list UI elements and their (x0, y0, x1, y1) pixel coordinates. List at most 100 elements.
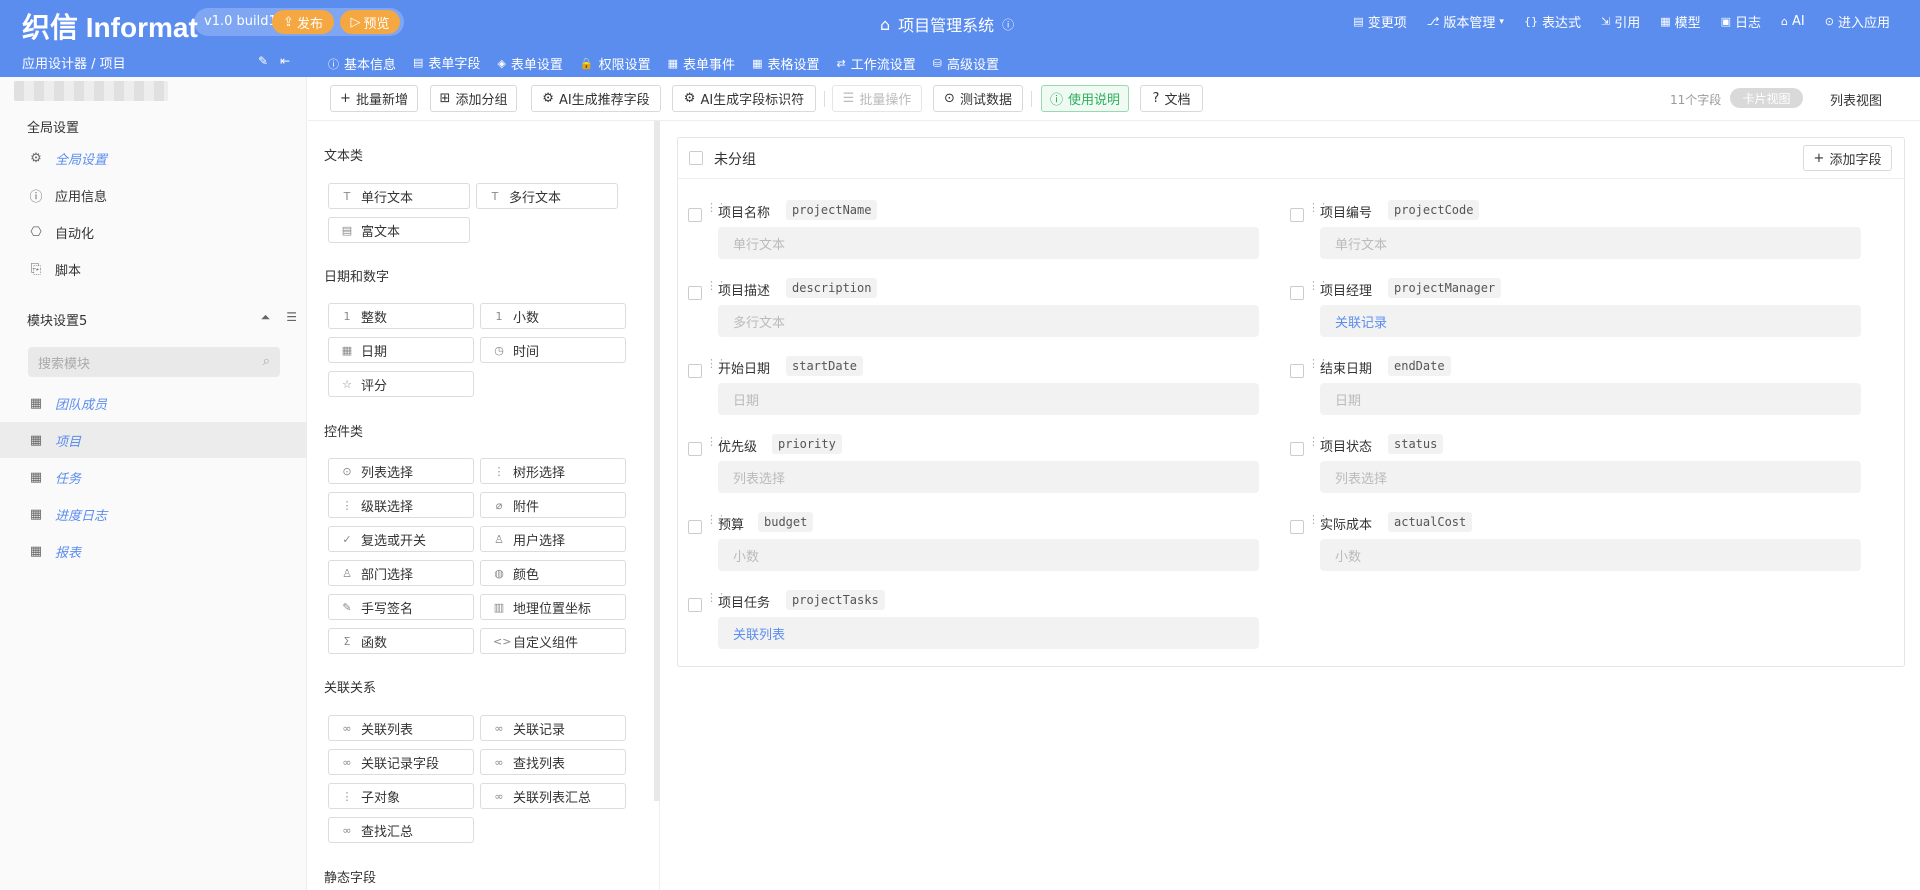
model-menu[interactable]: ▦ 模型 (1660, 12, 1700, 31)
preview-button[interactable]: ▷ 预览 (340, 10, 400, 34)
palette-related-record-field[interactable]: ∞ 关联记录字段 (328, 749, 474, 775)
home-icon[interactable]: ⌂ (880, 15, 890, 34)
field-card[interactable]: ⋮⋮ 开始日期 startDate 日期 (676, 354, 1259, 424)
palette-lookup-summary[interactable]: ∞ 查找汇总 (328, 817, 474, 843)
palette-single-line-text[interactable]: T 单行文本 (328, 183, 470, 209)
batch-add-button[interactable]: + 批量新增 (330, 85, 418, 112)
field-checkbox[interactable] (688, 520, 702, 534)
batch-operation-button[interactable]: ☰ 批量操作 (832, 85, 922, 112)
sidebar-item-automation[interactable]: ⎔ 自动化 (0, 214, 307, 250)
field-label: 项目描述 (718, 284, 771, 299)
module-item-team-members[interactable]: ▦ 团队成员 (0, 385, 307, 421)
field-checkbox[interactable] (688, 208, 702, 222)
palette-checkbox-switch[interactable]: ✓ 复选或开关 (328, 526, 474, 552)
palette-multi-line-text[interactable]: T 多行文本 (476, 183, 618, 209)
palette-department-select[interactable]: ♙ 部门选择 (328, 560, 474, 586)
list-view-toggle[interactable]: 列表视图 (1830, 90, 1882, 109)
field-preview-link[interactable]: 关联列表 (718, 617, 1259, 649)
field-preview-link[interactable]: 关联记录 (1320, 305, 1861, 337)
palette-user-select[interactable]: ♙ 用户选择 (480, 526, 626, 552)
field-card[interactable]: ⋮⋮ 项目名称 projectName 单行文本 (676, 198, 1259, 268)
ai-field-identifier-button[interactable]: ⚙ AI生成字段标识符 (672, 85, 816, 112)
tab-form-settings[interactable]: ◈ 表单设置 (497, 53, 562, 80)
palette-list-select[interactable]: ⊙ 列表选择 (328, 458, 474, 484)
add-field-button[interactable]: + 添加字段 (1803, 145, 1892, 171)
palette-decimal[interactable]: 1 小数 (480, 303, 626, 329)
enter-app-menu[interactable]: ⊙ 进入应用 (1825, 12, 1890, 31)
field-checkbox[interactable] (1290, 442, 1304, 456)
field-checkbox[interactable] (688, 442, 702, 456)
sidebar-item-script[interactable]: ⎘ 脚本 (0, 251, 307, 287)
sigma-icon: Σ (343, 634, 351, 648)
palette-time[interactable]: ◷ 时间 (480, 337, 626, 363)
field-card[interactable]: ⋮⋮ 实际成本 actualCost 小数 (1278, 510, 1861, 580)
field-card[interactable]: ⋮⋮ 项目任务 projectTasks 关联列表 (676, 588, 1259, 658)
version-manage-menu[interactable]: ⎇ 版本管理 ▾ (1427, 12, 1504, 31)
field-code: startDate (786, 356, 864, 376)
tab-permissions[interactable]: 🔒 权限设置 (580, 53, 651, 80)
tab-table-settings[interactable]: ▦ 表格设置 (752, 53, 819, 80)
field-checkbox[interactable] (1290, 208, 1304, 222)
tab-workflow-settings[interactable]: ⇄ 工作流设置 (836, 53, 915, 80)
palette-date[interactable]: ▦ 日期 (328, 337, 474, 363)
tab-basic-info[interactable]: ⓘ 基本信息 (328, 53, 396, 80)
expression-menu[interactable]: {} 表达式 (1524, 12, 1581, 31)
field-checkbox[interactable] (688, 364, 702, 378)
help-icon[interactable]: ⓘ (1002, 16, 1014, 33)
palette-integer[interactable]: 1 整数 (328, 303, 474, 329)
module-item-task[interactable]: ▦ 任务 (0, 459, 307, 495)
palette-sub-object[interactable]: ⋮ 子对象 (328, 783, 474, 809)
docs-button[interactable]: ? 文档 (1140, 85, 1203, 112)
log-menu[interactable]: ▣ 日志 (1721, 12, 1761, 31)
usage-guide-button[interactable]: ⓘ 使用说明 (1041, 85, 1129, 112)
palette-related-record[interactable]: ∞ 关联记录 (480, 715, 626, 741)
module-item-report[interactable]: ▦ 报表 (0, 533, 307, 569)
sort-list-icon[interactable]: ☰ (286, 310, 297, 329)
add-group-button[interactable]: ⊞ 添加分组 (430, 85, 517, 112)
field-card[interactable]: ⋮⋮ 项目状态 status 列表选择 (1278, 432, 1861, 502)
reference-menu[interactable]: ⇲ 引用 (1601, 12, 1640, 31)
sidebar-item-app-info[interactable]: ⓘ 应用信息 (0, 177, 307, 213)
palette-function[interactable]: Σ 函数 (328, 628, 474, 654)
module-search-input[interactable]: 搜索模块 ⌕ (28, 347, 280, 377)
test-data-button[interactable]: ⊙ 测试数据 (933, 85, 1023, 112)
palette-rich-text[interactable]: ▤ 富文本 (328, 217, 470, 243)
palette-rating[interactable]: ☆ 评分 (328, 371, 474, 397)
changes-menu[interactable]: ▤ 变更项 (1353, 12, 1406, 31)
field-checkbox[interactable] (1290, 364, 1304, 378)
edit-icon[interactable]: ✎ (258, 54, 268, 68)
tab-form-fields[interactable]: ▤ 表单字段 (413, 53, 481, 80)
collapse-up-icon[interactable]: ⏶ (261, 310, 271, 329)
ai-recommend-fields-button[interactable]: ⚙ AI生成推荐字段 (531, 85, 661, 112)
field-card[interactable]: ⋮⋮ 项目编号 projectCode 单行文本 (1278, 198, 1861, 268)
palette-signature[interactable]: ✎ 手写签名 (328, 594, 474, 620)
palette-attachment[interactable]: ⌀ 附件 (480, 492, 626, 518)
palette-geo-location[interactable]: ▥ 地理位置坐标 (480, 594, 626, 620)
field-checkbox[interactable] (688, 598, 702, 612)
field-card[interactable]: ⋮⋮ 预算 budget 小数 (676, 510, 1259, 580)
field-checkbox[interactable] (688, 286, 702, 300)
palette-lookup-list[interactable]: ∞ 查找列表 (480, 749, 626, 775)
group-checkbox[interactable] (689, 151, 703, 165)
publish-button[interactable]: ⇪ 发布 (272, 10, 334, 34)
field-card[interactable]: ⋮⋮ 项目经理 projectManager 关联记录 (1278, 276, 1861, 346)
ai-menu[interactable]: ⌂ AI (1781, 12, 1805, 31)
field-checkbox[interactable] (1290, 520, 1304, 534)
module-item-progress-log[interactable]: ▦ 进度日志 (0, 496, 307, 532)
tab-advanced-settings[interactable]: ⛁ 高级设置 (933, 53, 999, 80)
palette-tree-select[interactable]: ⋮ 树形选择 (480, 458, 626, 484)
palette-color[interactable]: ◍ 颜色 (480, 560, 626, 586)
tab-form-events[interactable]: ▦ 表单事件 (668, 53, 735, 80)
palette-custom-component[interactable]: <> 自定义组件 (480, 628, 626, 654)
field-card[interactable]: ⋮⋮ 项目描述 description 多行文本 (676, 276, 1259, 346)
sidebar-item-global-settings[interactable]: ⚙ 全局设置 (0, 140, 307, 176)
field-card[interactable]: ⋮⋮ 优先级 priority 列表选择 (676, 432, 1259, 502)
module-item-project[interactable]: ▦ 项目 (0, 422, 307, 458)
field-card[interactable]: ⋮⋮ 结束日期 endDate 日期 (1278, 354, 1861, 424)
palette-related-list[interactable]: ∞ 关联列表 (328, 715, 474, 741)
palette-related-list-summary[interactable]: ∞ 关联列表汇总 (480, 783, 626, 809)
card-view-toggle[interactable]: 卡片视图 (1730, 88, 1803, 108)
collapse-icon[interactable]: ⇤ (280, 54, 290, 68)
field-checkbox[interactable] (1290, 286, 1304, 300)
palette-cascade-select[interactable]: ⋮ 级联选择 (328, 492, 474, 518)
